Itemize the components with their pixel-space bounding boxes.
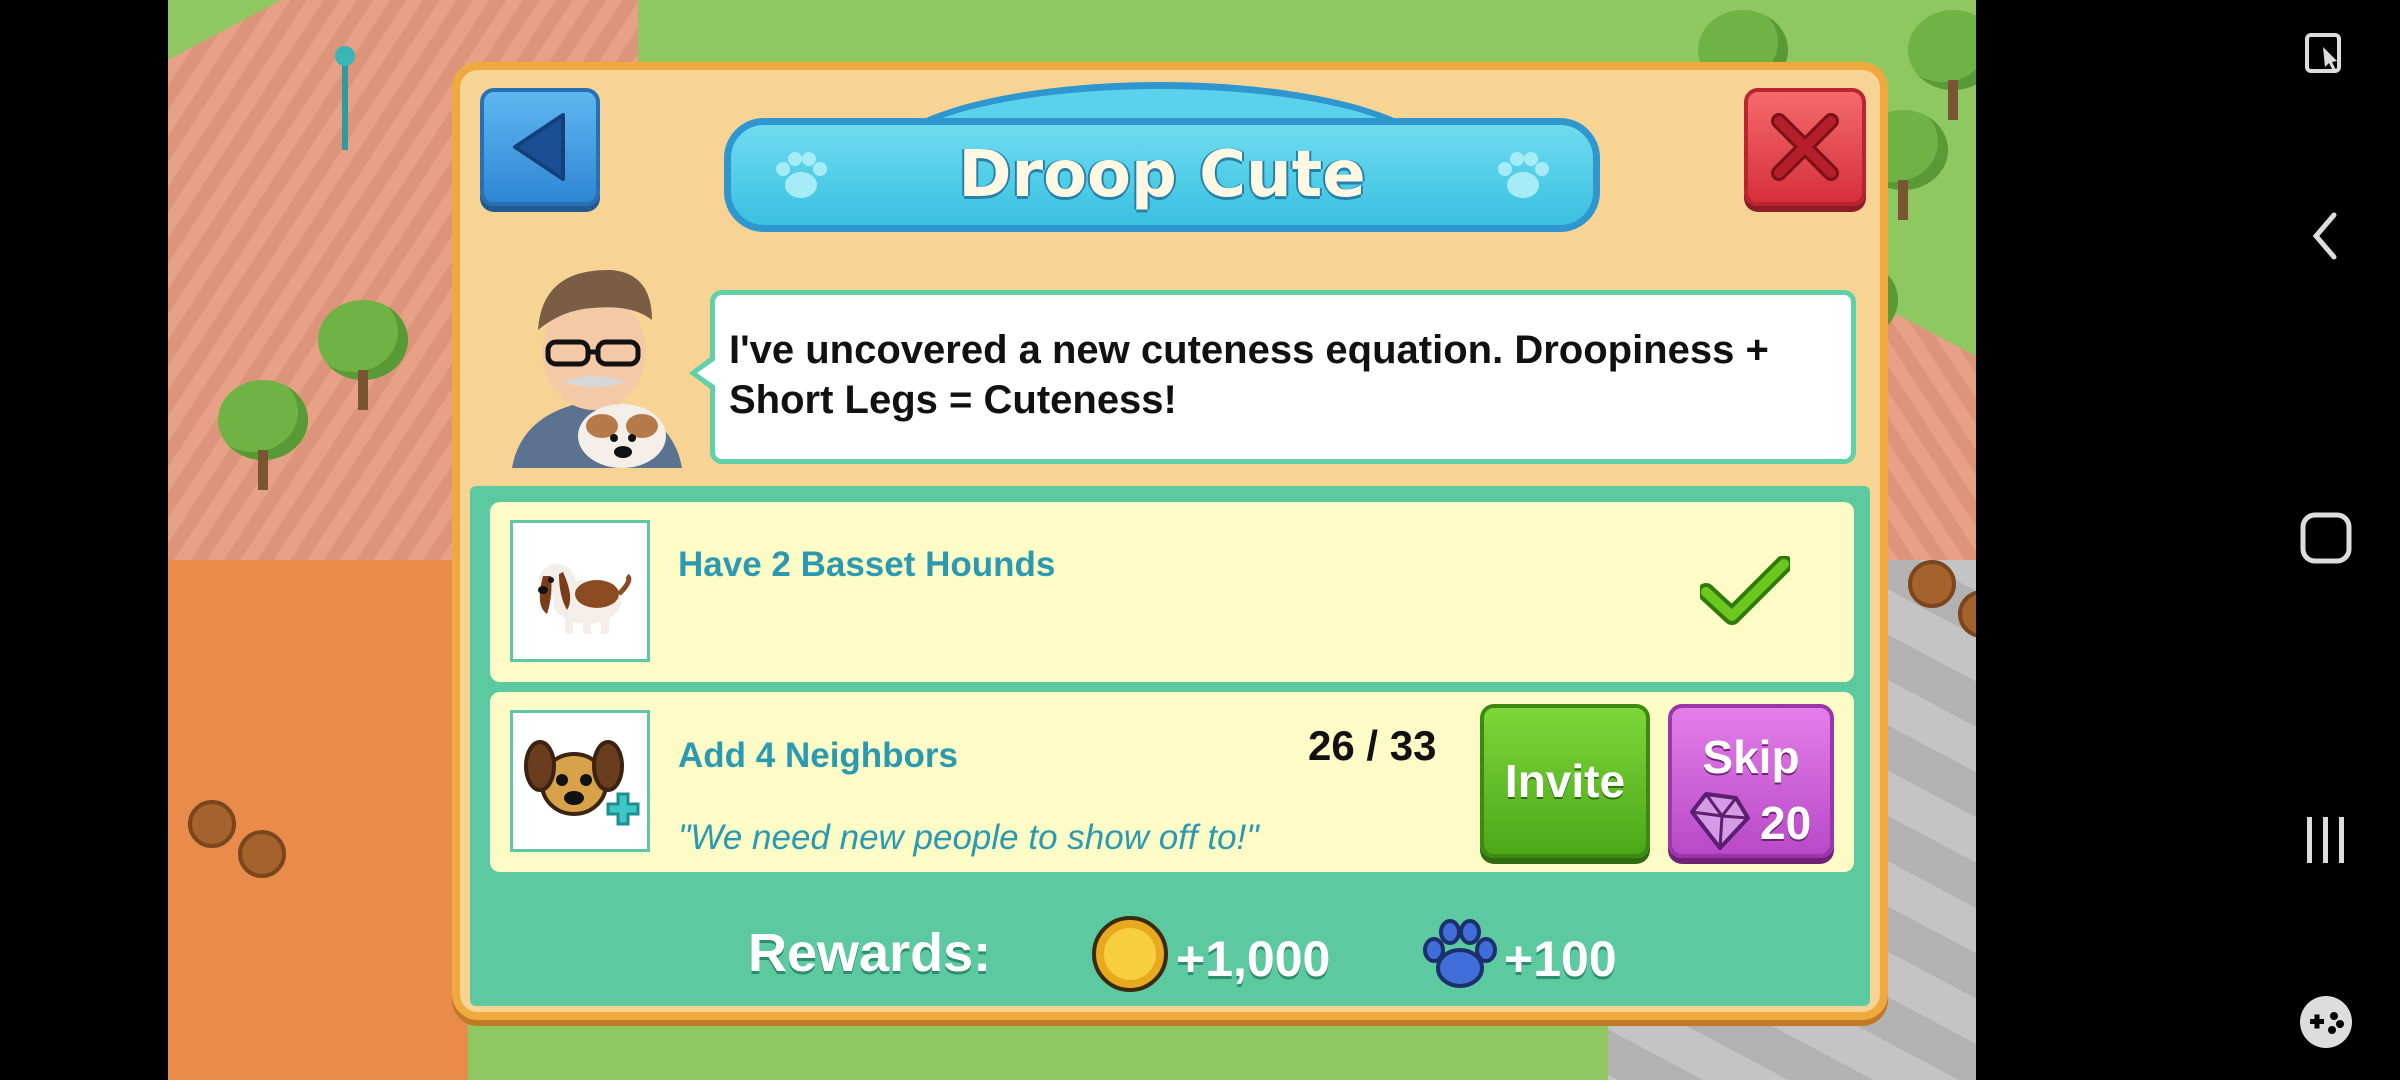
triangle-left-icon — [513, 113, 565, 181]
tree — [318, 300, 408, 410]
task-quote: "We need new people to show off to!" — [678, 818, 1259, 857]
street-lamp — [335, 46, 355, 150]
skip-cost: 20 — [1760, 797, 1812, 849]
screen-assist-icon[interactable] — [2296, 24, 2356, 84]
tree — [218, 380, 308, 490]
rewards-label: Rewards: — [748, 923, 992, 983]
recent-apps-icon[interactable] — [2296, 810, 2356, 870]
invite-button[interactable]: Invite — [1480, 704, 1650, 858]
skip-button[interactable]: Skip 20 — [1668, 704, 1834, 858]
invite-button-label: Invite — [1504, 755, 1626, 807]
title-banner: Droop Cute — [724, 118, 1600, 232]
home-icon[interactable] — [2296, 508, 2356, 568]
checkmark-icon — [1700, 556, 1790, 625]
tree — [1908, 10, 1976, 120]
reward-paws: +100 — [1504, 931, 1617, 987]
game-launcher-icon[interactable] — [2296, 992, 2356, 1052]
task-progress: 26 / 33 — [1308, 722, 1437, 769]
task-title: Add 4 Neighbors — [678, 736, 959, 775]
barrel — [188, 800, 236, 848]
close-button[interactable] — [1744, 88, 1866, 206]
back-button[interactable] — [480, 88, 600, 206]
barrel — [238, 830, 286, 878]
paw-icon — [1423, 919, 1497, 988]
dialog-title: Droop Cute — [958, 138, 1366, 212]
gem-icon — [1690, 792, 1750, 850]
speech-text: I've uncovered a new cuteness equation. … — [729, 328, 1769, 422]
basset-hound-icon — [510, 520, 650, 662]
paw-icon — [1498, 152, 1549, 198]
coin-icon — [1092, 916, 1168, 992]
back-arrow-icon[interactable] — [2296, 206, 2356, 266]
close-icon — [1771, 113, 1839, 181]
skip-button-label: Skip — [1702, 731, 1800, 783]
paw-icon — [776, 152, 827, 198]
reward-coins: +1,000 — [1176, 931, 1331, 987]
dog-add-icon — [510, 710, 650, 852]
task-row — [490, 502, 1854, 682]
character-avatar — [512, 269, 682, 468]
speech-bubble: I've uncovered a new cuteness equation. … — [689, 290, 1856, 464]
task-title: Have 2 Basset Hounds — [678, 545, 1056, 584]
barrel — [1908, 560, 1956, 608]
